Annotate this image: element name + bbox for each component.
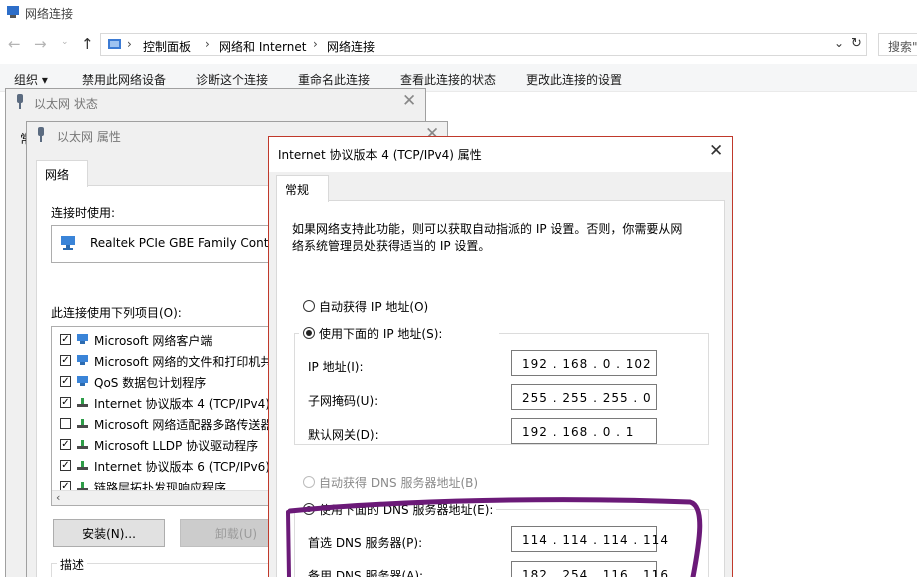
annotation-highlight: [286, 497, 703, 577]
